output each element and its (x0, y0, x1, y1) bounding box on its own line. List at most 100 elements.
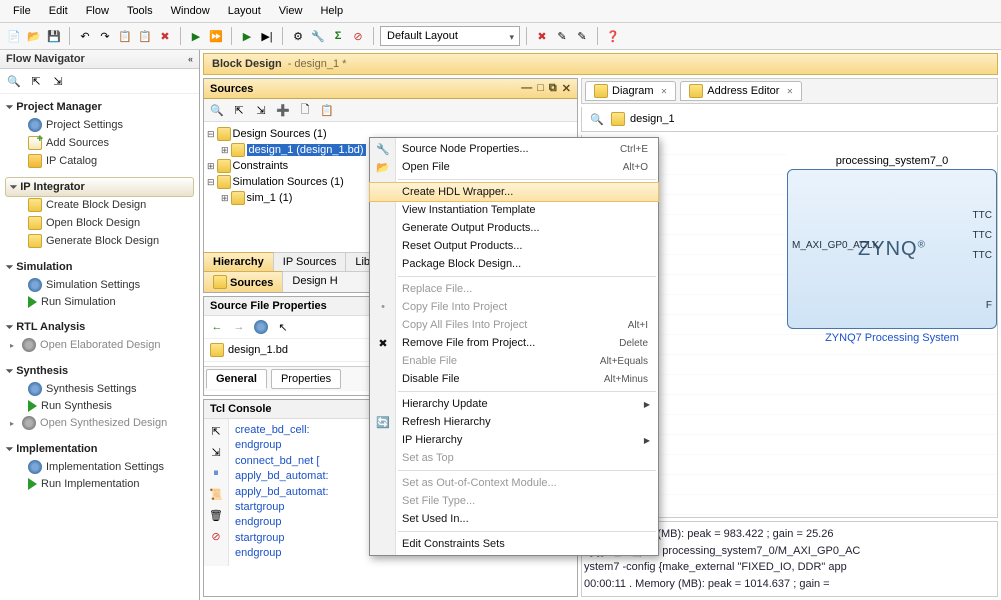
port-ttc1[interactable]: TTC (973, 230, 992, 241)
menu-edit[interactable]: Edit (40, 2, 77, 20)
ip-block[interactable]: processing_system7_0 M_AXI_GP0_ACLK ZYNQ… (787, 153, 997, 347)
run-all-icon[interactable]: ⏩ (207, 27, 225, 45)
fn-item-run-simulation[interactable]: Run Simulation (6, 294, 193, 310)
tcl-cancel-icon[interactable]: ⊘ (207, 527, 225, 545)
save-icon[interactable]: 💾 (45, 27, 63, 45)
cancel-red-icon[interactable]: ✖ (533, 27, 551, 45)
expander-icon[interactable]: ⊞ (221, 193, 229, 204)
menu-help[interactable]: Help (311, 2, 352, 20)
fn-item-open-elaborated-design[interactable]: ▸Open Elaborated Design (6, 336, 193, 354)
tab-ip-sources[interactable]: IP Sources (274, 253, 347, 271)
fn-item-create-block-design[interactable]: Create Block Design (6, 196, 193, 214)
menu-flow[interactable]: Flow (77, 2, 118, 20)
menu-tools[interactable]: Tools (118, 2, 162, 20)
redo-icon[interactable]: ↷ (96, 27, 114, 45)
ctx-edit-constraints-sets[interactable]: Edit Constraints Sets (370, 535, 658, 553)
ctx-remove-file-from-project[interactable]: ✖Remove File from Project...Delete (370, 334, 658, 352)
sigma-icon[interactable]: Σ (329, 27, 347, 45)
expander-icon[interactable]: ⊞ (221, 145, 229, 156)
fn-section-project-manager[interactable]: ⏷ Project Manager (6, 98, 193, 116)
run-icon[interactable]: ▶ (187, 27, 205, 45)
tcl-expand-icon[interactable]: ⇲ (207, 443, 225, 461)
close-tab-icon[interactable]: ✕ (661, 87, 668, 96)
fn-item-run-implementation[interactable]: Run Implementation (6, 476, 193, 492)
collapse-all-icon[interactable]: ⇱ (27, 72, 45, 90)
expander-icon[interactable]: ⊞ (207, 161, 215, 172)
gear-icon[interactable] (252, 318, 270, 336)
ctx-view-instantiation-template[interactable]: View Instantiation Template (370, 201, 658, 219)
tcl-output[interactable]: create_bd_cell:endgroupconnect_bd_net [a… (229, 419, 335, 566)
tab-general[interactable]: General (206, 369, 267, 389)
ctx-package-block-design[interactable]: Package Block Design... (370, 255, 658, 273)
ip-block-body[interactable]: M_AXI_GP0_ACLK ZYNQ® TTC TTC TTC F (787, 169, 997, 329)
tab-diagram[interactable]: Diagram ✕ (585, 81, 676, 101)
ctx-source-node-properties[interactable]: 🔧Source Node Properties...Ctrl+E (370, 140, 658, 158)
fn-item-project-settings[interactable]: Project Settings (6, 116, 193, 134)
fn-item-open-synthesized-design[interactable]: ▸Open Synthesized Design (6, 414, 193, 432)
pointer-icon[interactable]: ↖ (274, 318, 292, 336)
ctx-open-file[interactable]: 📂Open FileAlt+O (370, 158, 658, 176)
fn-item-simulation-settings[interactable]: Simulation Settings (6, 276, 193, 294)
fn-section-synthesis[interactable]: ⏷ Synthesis (6, 362, 193, 380)
fn-section-ip-integrator[interactable]: ⏷ IP Integrator (5, 177, 194, 197)
tcl-pause-icon[interactable]: ⏸ (207, 464, 225, 482)
expander-icon[interactable]: ⊟ (207, 129, 215, 140)
step-icon[interactable]: ▶| (258, 27, 276, 45)
tab-address-editor[interactable]: Address Editor ✕ (680, 81, 802, 101)
tools-icon[interactable]: 🔧 (309, 27, 327, 45)
fn-item-run-synthesis[interactable]: Run Synthesis (6, 398, 193, 414)
collapse-icon[interactable]: ⇱ (230, 101, 248, 119)
subtab-design[interactable]: Design H (283, 272, 346, 292)
fn-section-simulation[interactable]: ⏷ Simulation (6, 258, 193, 276)
ctx-refresh-hierarchy[interactable]: 🔄Refresh Hierarchy (370, 413, 658, 431)
tcl-scroll-icon[interactable]: 📜 (207, 485, 225, 503)
layout-selector[interactable]: Default Layout (380, 26, 520, 46)
menu-file[interactable]: File (4, 2, 40, 20)
block-design-tab[interactable]: Block Design - design_1 * (203, 53, 998, 75)
copy-icon[interactable]: 📋 (116, 27, 134, 45)
fn-item-synthesis-settings[interactable]: Synthesis Settings (6, 380, 193, 398)
minimize-icon[interactable]: — (521, 82, 532, 95)
settings-icon[interactable]: ⚙ (289, 27, 307, 45)
ip-caption[interactable]: ZYNQ7 Processing System (787, 329, 997, 347)
ctx-reset-output-products[interactable]: Reset Output Products... (370, 237, 658, 255)
expand-icon[interactable]: ⇲ (252, 101, 270, 119)
ctx-hierarchy-update[interactable]: Hierarchy Update▶ (370, 395, 658, 413)
cancel-icon[interactable]: ⊘ (349, 27, 367, 45)
help-icon[interactable]: ❓ (604, 27, 622, 45)
highlight-icon[interactable]: ✎ (573, 27, 591, 45)
fn-item-implementation-settings[interactable]: Implementation Settings (6, 458, 193, 476)
fn-item-add-sources[interactable]: Add Sources (6, 134, 193, 152)
paste-icon[interactable]: 📋 (136, 27, 154, 45)
play-icon[interactable]: ▶ (238, 27, 256, 45)
menu-view[interactable]: View (270, 2, 312, 20)
fn-section-implementation[interactable]: ⏷ Implementation (6, 440, 193, 458)
search-icon[interactable]: 🔍 (208, 101, 226, 119)
add-icon[interactable]: ➕ (274, 101, 292, 119)
subtab-sources[interactable]: Sources (204, 271, 283, 292)
tcl-collapse-icon[interactable]: ⇱ (207, 422, 225, 440)
new-project-icon[interactable]: 📄 (5, 27, 23, 45)
list-icon[interactable]: 📋 (318, 101, 336, 119)
forward-icon[interactable]: → (230, 318, 248, 336)
zoom-icon[interactable]: 🔍 (588, 110, 606, 128)
search-icon[interactable]: 🔍 (5, 72, 23, 90)
ctx-ip-hierarchy[interactable]: IP Hierarchy▶ (370, 431, 658, 449)
fn-section-rtl-analysis[interactable]: ⏷ RTL Analysis (6, 318, 193, 336)
context-menu[interactable]: 🔧Source Node Properties...Ctrl+E📂Open Fi… (369, 137, 659, 556)
back-icon[interactable]: ← (208, 318, 226, 336)
menu-window[interactable]: Window (162, 2, 219, 20)
port-ttc2[interactable]: TTC (973, 250, 992, 261)
tcl-clear-icon[interactable]: 🗑 (207, 506, 225, 524)
menu-layout[interactable]: Layout (219, 2, 270, 20)
tab-properties[interactable]: Properties (271, 369, 341, 389)
collapse-icon[interactable]: « (188, 54, 193, 64)
undo-icon[interactable]: ↶ (76, 27, 94, 45)
delete-icon[interactable]: ✖ (156, 27, 174, 45)
restore-icon[interactable]: □ (537, 82, 544, 95)
ctx-create-hdl-wrapper[interactable]: Create HDL Wrapper... (370, 183, 658, 201)
wand-icon[interactable]: ✎ (553, 27, 571, 45)
port-aclk[interactable]: M_AXI_GP0_ACLK (792, 240, 879, 251)
close-tab-icon[interactable]: ✕ (786, 87, 793, 96)
expand-all-icon[interactable]: ⇲ (49, 72, 67, 90)
